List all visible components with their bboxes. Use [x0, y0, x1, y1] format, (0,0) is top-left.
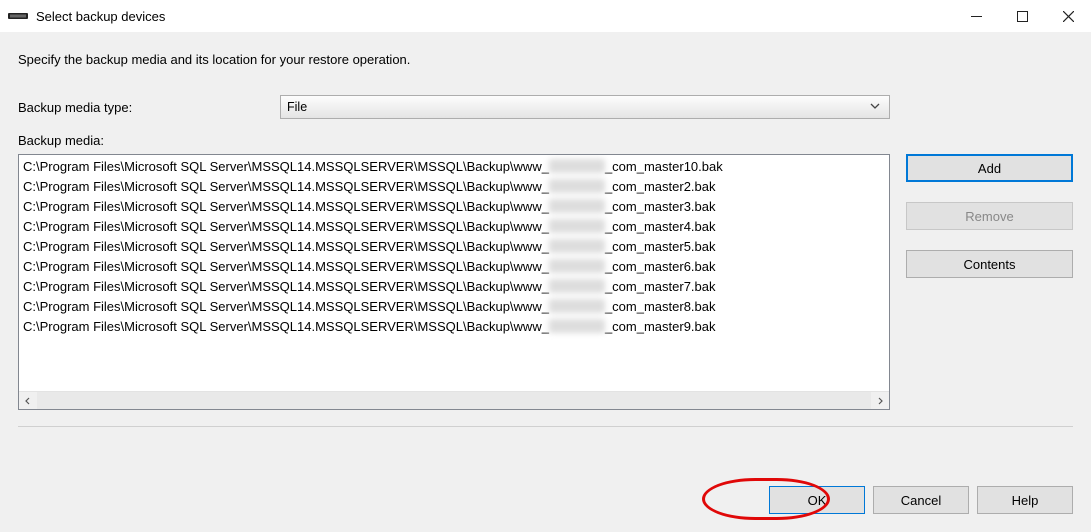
- maximize-button[interactable]: [999, 0, 1045, 32]
- side-buttons: Add Remove Contents: [906, 154, 1073, 410]
- media-area: C:\Program Files\Microsoft SQL Server\MS…: [18, 154, 1073, 410]
- window-controls: [953, 0, 1091, 32]
- redacted-segment: [549, 319, 605, 333]
- redacted-segment: [549, 259, 605, 273]
- window-title: Select backup devices: [36, 9, 165, 24]
- cancel-button[interactable]: Cancel: [873, 486, 969, 514]
- redacted-segment: [549, 199, 605, 213]
- media-type-label: Backup media type:: [18, 100, 280, 115]
- media-type-row: Backup media type: File: [18, 95, 1073, 119]
- redacted-segment: [549, 179, 605, 193]
- list-item[interactable]: C:\Program Files\Microsoft SQL Server\MS…: [23, 317, 885, 337]
- device-icon: [8, 9, 28, 23]
- horizontal-scrollbar[interactable]: [19, 391, 889, 409]
- scroll-right-arrow[interactable]: [871, 392, 889, 409]
- content-area: Specify the backup media and its locatio…: [0, 32, 1091, 486]
- chevron-down-icon: [869, 100, 881, 115]
- redacted-segment: [549, 159, 605, 173]
- backup-media-listbox[interactable]: C:\Program Files\Microsoft SQL Server\MS…: [18, 154, 890, 410]
- redacted-segment: [549, 219, 605, 233]
- titlebar: Select backup devices: [0, 0, 1091, 32]
- dialog-window: Select backup devices Specify the backup…: [0, 0, 1091, 532]
- list-item[interactable]: C:\Program Files\Microsoft SQL Server\MS…: [23, 277, 885, 297]
- minimize-button[interactable]: [953, 0, 999, 32]
- list-item[interactable]: C:\Program Files\Microsoft SQL Server\MS…: [23, 297, 885, 317]
- footer: OK Cancel Help: [0, 486, 1091, 532]
- media-type-combobox[interactable]: File: [280, 95, 890, 119]
- list-items: C:\Program Files\Microsoft SQL Server\MS…: [19, 155, 889, 391]
- list-item[interactable]: C:\Program Files\Microsoft SQL Server\MS…: [23, 237, 885, 257]
- divider: [18, 426, 1073, 427]
- redacted-segment: [549, 279, 605, 293]
- add-button[interactable]: Add: [906, 154, 1073, 182]
- scroll-track[interactable]: [37, 392, 871, 409]
- list-item[interactable]: C:\Program Files\Microsoft SQL Server\MS…: [23, 257, 885, 277]
- contents-button[interactable]: Contents: [906, 250, 1073, 278]
- instruction-text: Specify the backup media and its locatio…: [18, 52, 1073, 67]
- close-button[interactable]: [1045, 0, 1091, 32]
- media-type-value: File: [287, 100, 307, 114]
- list-item[interactable]: C:\Program Files\Microsoft SQL Server\MS…: [23, 217, 885, 237]
- ok-button[interactable]: OK: [769, 486, 865, 514]
- remove-button: Remove: [906, 202, 1073, 230]
- redacted-segment: [549, 239, 605, 253]
- list-item[interactable]: C:\Program Files\Microsoft SQL Server\MS…: [23, 157, 885, 177]
- list-item[interactable]: C:\Program Files\Microsoft SQL Server\MS…: [23, 177, 885, 197]
- list-item[interactable]: C:\Program Files\Microsoft SQL Server\MS…: [23, 197, 885, 217]
- help-button[interactable]: Help: [977, 486, 1073, 514]
- list-wrap: C:\Program Files\Microsoft SQL Server\MS…: [18, 154, 890, 410]
- media-label: Backup media:: [18, 133, 1073, 148]
- scroll-left-arrow[interactable]: [19, 392, 37, 409]
- redacted-segment: [549, 299, 605, 313]
